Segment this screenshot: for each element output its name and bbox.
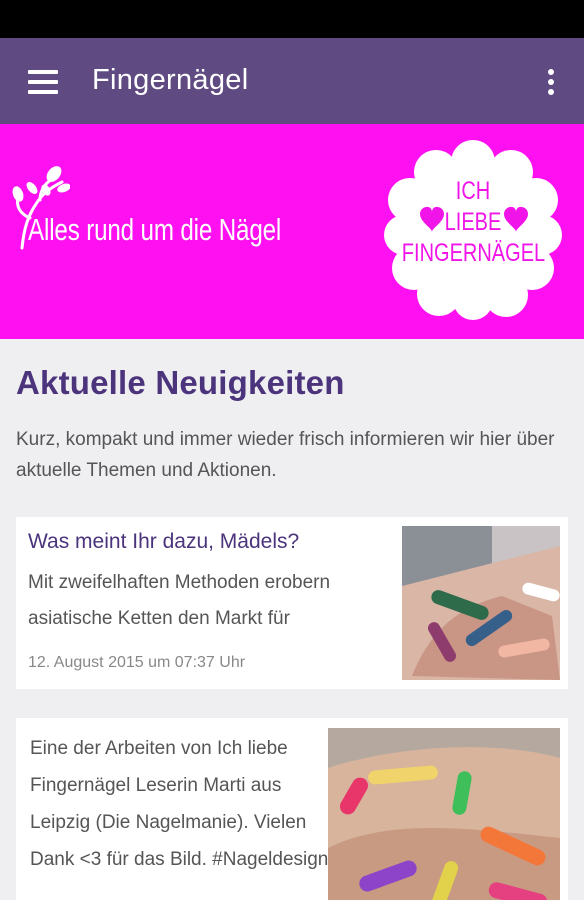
logo-badge-text: ICH LIEBE FINGERNÄGEL: [401, 177, 546, 267]
news-card-excerpt: Mit zweifelhaften Methoden erobern asiat…: [28, 572, 331, 629]
hamburger-menu-icon[interactable]: [18, 62, 66, 102]
news-card[interactable]: Eine der Arbeiten von Ich liebe Fingernä…: [16, 718, 568, 900]
banner-slogan: Alles rund um die Nägel: [28, 212, 282, 247]
news-card-excerpt: Eine der Arbeiten von Ich liebe Fingernä…: [30, 738, 329, 870]
status-bar: [0, 0, 584, 38]
news-card-date: 12. August 2015 um 07:37 Uhr: [28, 654, 246, 671]
section-intro: Kurz, kompakt und immer wieder frisch in…: [16, 429, 555, 481]
more-vert-icon[interactable]: [536, 62, 566, 102]
header-banner: Alles rund um die Nägel ICH LIEBE FINGER…: [0, 124, 584, 339]
news-card-image[interactable]: [402, 526, 560, 680]
section-title: Aktuelle Neuigkeiten: [16, 364, 345, 401]
news-card-title[interactable]: Was meint Ihr dazu, Mädels?: [28, 530, 299, 554]
app-bar: Fingernägel: [0, 38, 584, 124]
news-card[interactable]: Was meint Ihr dazu, Mädels? Mit zweifelh…: [16, 517, 568, 689]
app-title: Fingernägel: [92, 64, 249, 96]
news-card-image[interactable]: [328, 728, 560, 900]
